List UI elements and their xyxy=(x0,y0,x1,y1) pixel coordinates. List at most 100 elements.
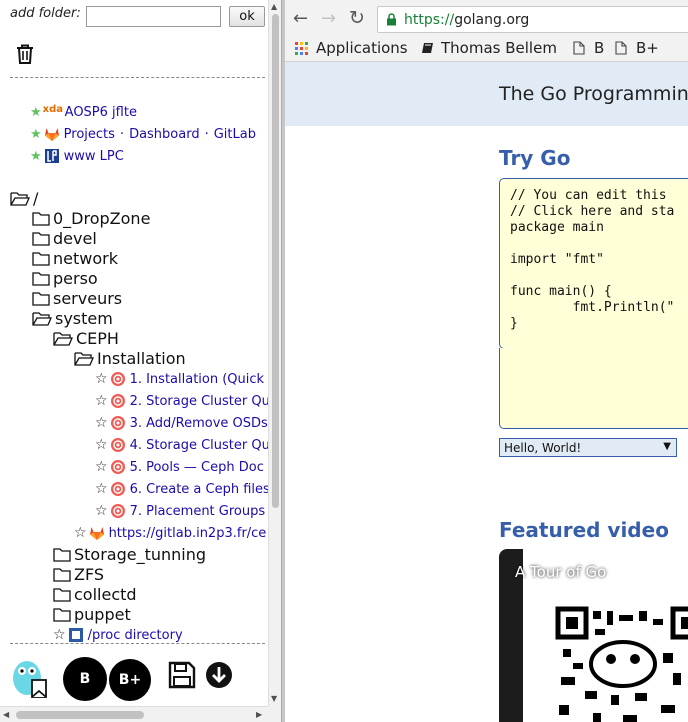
site-title[interactable]: The Go Programmin xyxy=(499,83,688,105)
add-folder-input[interactable] xyxy=(86,6,221,27)
site-header: The Go Programmin xyxy=(285,62,688,126)
horizontal-scrollbar[interactable]: ◀ ▶ xyxy=(0,706,268,722)
star-outline-icon[interactable]: ☆ xyxy=(95,394,108,408)
pinned-bookmark-aosp[interactable]: ★ xda AOSP6 jflte xyxy=(30,104,137,120)
scroll-down-arrow-icon[interactable]: ▼ xyxy=(271,694,277,703)
page-content: The Go Programmin Try Go // You can edit… xyxy=(285,62,688,722)
star-outline-icon[interactable]: ☆ xyxy=(74,526,87,540)
ceph-link-4[interactable]: ☆ 4. Storage Cluster Qu xyxy=(95,437,268,453)
folder-0-dropzone[interactable]: 0_DropZone xyxy=(32,209,150,228)
star-outline-icon[interactable]: ☆ xyxy=(95,372,108,386)
example-select[interactable]: Hello, World! ▼ xyxy=(499,438,677,457)
folder-perso[interactable]: perso xyxy=(32,269,98,288)
vertical-scrollbar[interactable]: ▲ ▼ xyxy=(268,0,281,706)
gitlab-link[interactable]: GitLab xyxy=(214,127,256,142)
code-editor[interactable]: // You can edit this // Click here and s… xyxy=(499,178,688,349)
pinned-bookmark-lpc[interactable]: ★ www LPC xyxy=(30,148,124,164)
folder-devel[interactable]: devel xyxy=(32,229,97,248)
ceph-icon xyxy=(110,416,125,430)
proc-directory-link[interactable]: ☆ /proc directory xyxy=(53,627,183,643)
bookmark-link[interactable]: AOSP6 jflte xyxy=(65,105,137,120)
folder-label: puppet xyxy=(74,605,131,624)
folder-icon xyxy=(32,232,50,246)
video-title[interactable]: A Tour of Go xyxy=(515,563,606,581)
code-text[interactable]: // You can edit this // Click here and s… xyxy=(510,188,674,332)
scroll-left-arrow-icon[interactable]: ◀ xyxy=(3,710,9,719)
folder-network[interactable]: network xyxy=(32,249,118,268)
gitlab-ceph-link[interactable]: ☆ https://gitlab.in2p3.fr/ce xyxy=(74,525,266,541)
ok-button[interactable]: ok xyxy=(229,6,265,27)
address-bar[interactable]: https:// golang.org xyxy=(377,6,688,33)
folder-label: / xyxy=(33,189,39,208)
ceph-link-6[interactable]: ☆ 6. Create a Ceph files xyxy=(95,481,268,497)
video-player[interactable]: A Tour of Go xyxy=(499,549,688,722)
bookmarks-bar-bplus[interactable]: B+ xyxy=(615,39,659,57)
gitlab-icon xyxy=(44,128,59,141)
add-folder-row: add folder: xyxy=(10,6,81,21)
folder-ceph[interactable]: CEPH xyxy=(53,329,119,348)
bookmark-link[interactable]: https://gitlab.in2p3.fr/ce xyxy=(109,526,267,541)
star-outline-icon[interactable]: ☆ xyxy=(95,438,108,452)
ceph-link-1[interactable]: ☆ 1. Installation (Quick xyxy=(95,371,264,387)
trash-icon[interactable] xyxy=(13,42,37,66)
dashboard-link[interactable]: Dashboard xyxy=(129,127,200,142)
scroll-right-arrow-icon[interactable]: ▶ xyxy=(256,710,262,719)
bookmark-link[interactable]: 3. Add/Remove OSDs xyxy=(130,416,268,431)
star-outline-icon[interactable]: ☆ xyxy=(95,416,108,430)
bookmarks-bar-b[interactable]: B xyxy=(573,39,604,57)
ceph-icon xyxy=(110,482,125,496)
folder-puppet[interactable]: puppet xyxy=(53,605,131,624)
forward-arrow-icon[interactable]: → xyxy=(321,8,336,29)
ceph-link-7[interactable]: ☆ 7. Placement Groups xyxy=(95,503,265,519)
select-value: Hello, World! xyxy=(504,440,582,455)
reload-icon[interactable]: ↻ xyxy=(349,7,365,29)
link-separator: · xyxy=(204,126,209,142)
bplus-button[interactable]: B+ xyxy=(107,657,153,703)
star-icon[interactable]: ★ xyxy=(30,150,42,163)
bookmarks-bar-thomas[interactable]: Thomas Bellem xyxy=(421,39,557,57)
star-outline-icon[interactable]: ☆ xyxy=(53,628,66,642)
folder-zfs[interactable]: ZFS xyxy=(53,565,104,584)
bookmark-link[interactable]: www LPC xyxy=(64,149,124,164)
star-outline-icon[interactable]: ☆ xyxy=(95,460,108,474)
bookmarks-bar-apps[interactable]: Applications xyxy=(295,39,408,57)
bookmark-link[interactable]: 1. Installation (Quick xyxy=(130,372,265,387)
folder-label: system xyxy=(55,309,113,328)
folder-serveurs[interactable]: serveurs xyxy=(32,289,122,308)
bookmark-link[interactable]: 4. Storage Cluster Qu xyxy=(130,438,268,453)
ceph-link-2[interactable]: ☆ 2. Storage Cluster Qu xyxy=(95,393,268,409)
star-outline-icon[interactable]: ☆ xyxy=(95,482,108,496)
bookmark-link[interactable]: 2. Storage Cluster Qu xyxy=(130,394,268,409)
gopher-bookmark-icon[interactable] xyxy=(10,656,50,698)
ceph-link-3[interactable]: ☆ 3. Add/Remove OSDs xyxy=(95,415,268,431)
folder-installation[interactable]: Installation xyxy=(74,349,186,368)
url-scheme: https:// xyxy=(404,11,455,28)
download-icon[interactable] xyxy=(205,661,233,689)
folder-root[interactable]: / xyxy=(10,189,38,208)
scroll-up-arrow-icon[interactable]: ▲ xyxy=(271,2,277,11)
folder-storage-tunning[interactable]: Storage_tunning xyxy=(53,545,206,564)
open-folder-icon xyxy=(10,191,30,206)
folder-collectd[interactable]: collectd xyxy=(53,585,137,604)
ceph-link-5[interactable]: ☆ 5. Pools — Ceph Doc xyxy=(95,459,264,475)
star-icon[interactable]: ★ xyxy=(30,128,42,141)
b-button[interactable]: B xyxy=(63,657,107,701)
save-icon[interactable] xyxy=(168,661,196,689)
projects-link[interactable]: Projects xyxy=(64,127,115,142)
folder-icon xyxy=(53,588,71,602)
ceph-icon xyxy=(110,394,125,408)
bookmark-link[interactable]: 6. Create a Ceph files xyxy=(130,482,268,497)
folder-icon xyxy=(32,252,50,266)
bookmark-label: B xyxy=(594,39,605,57)
bookmark-link[interactable]: 7. Placement Groups xyxy=(130,504,266,519)
back-arrow-icon[interactable]: ← xyxy=(293,8,308,29)
vertical-scroll-thumb[interactable] xyxy=(272,14,279,508)
horizontal-scroll-thumb[interactable] xyxy=(16,711,144,719)
star-outline-icon[interactable]: ☆ xyxy=(95,504,108,518)
star-icon[interactable]: ★ xyxy=(30,106,42,119)
featured-video-heading: Featured video xyxy=(499,518,669,542)
bookmark-link[interactable]: 5. Pools — Ceph Doc xyxy=(130,460,264,475)
bookmark-link[interactable]: /proc directory xyxy=(88,628,183,643)
folder-system[interactable]: system xyxy=(32,309,113,328)
url-host: golang.org xyxy=(454,11,530,28)
